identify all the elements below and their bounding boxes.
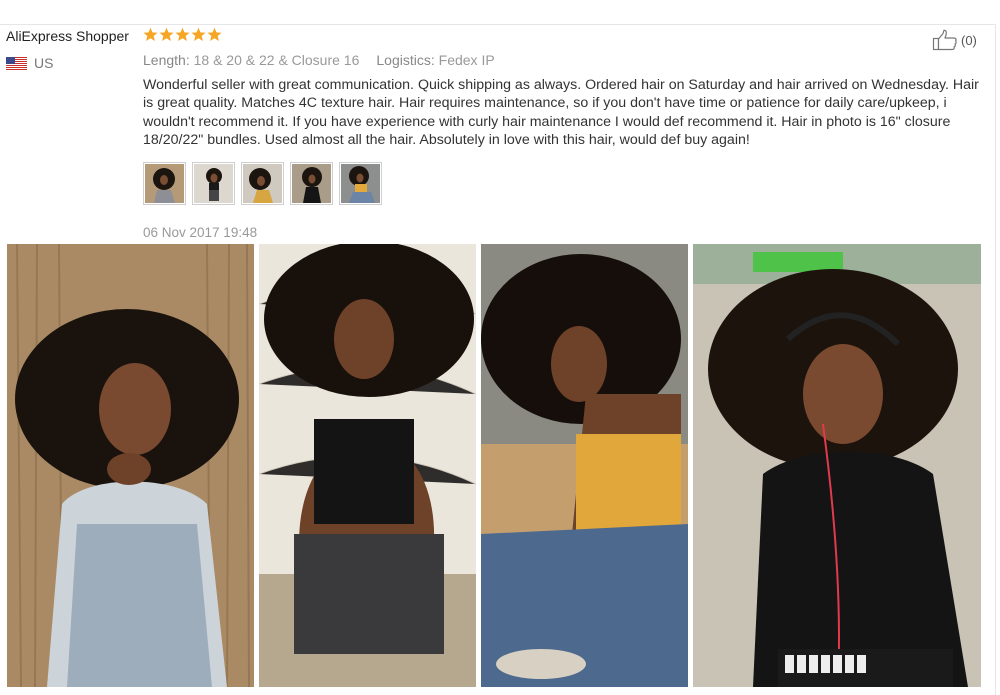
length-value: 18 & 20 & 22 & Closure 16 [193, 52, 360, 68]
us-flag-icon [6, 56, 27, 70]
review-thumbnails [143, 162, 382, 205]
review-photo[interactable] [693, 244, 981, 687]
review-thumbnail[interactable] [290, 162, 333, 205]
length-label: Length: [143, 52, 190, 68]
helpful-count: (0) [961, 32, 977, 48]
review-thumbnail[interactable] [339, 162, 382, 205]
star-icon [159, 27, 174, 42]
country-code: US [34, 55, 54, 71]
star-rating [143, 27, 222, 42]
logistics-label: Logistics: [376, 52, 435, 68]
review-date: 06 Nov 2017 19:48 [143, 225, 258, 240]
review-photo[interactable] [481, 244, 688, 687]
review-text: Wonderful seller with great communicatio… [143, 77, 979, 148]
star-icon [143, 27, 158, 42]
review-photo[interactable] [259, 244, 476, 687]
review-thumbnail[interactable] [192, 162, 235, 205]
review-thumbnail[interactable] [241, 162, 284, 205]
star-icon [207, 27, 222, 42]
reviewer-name: AliExpress Shopper [6, 28, 129, 44]
review-thumbnail[interactable] [143, 162, 186, 205]
helpful-button[interactable]: (0) [932, 29, 977, 51]
reviewer-country: US [6, 55, 53, 71]
logistics-value: Fedex IP [438, 52, 495, 68]
star-icon [175, 27, 190, 42]
star-icon [191, 27, 206, 42]
review-meta: Length: 18 & 20 & 22 & Closure 16 Logisti… [143, 52, 495, 68]
thumbs-up-icon [932, 29, 957, 51]
review-photo[interactable] [7, 244, 254, 687]
